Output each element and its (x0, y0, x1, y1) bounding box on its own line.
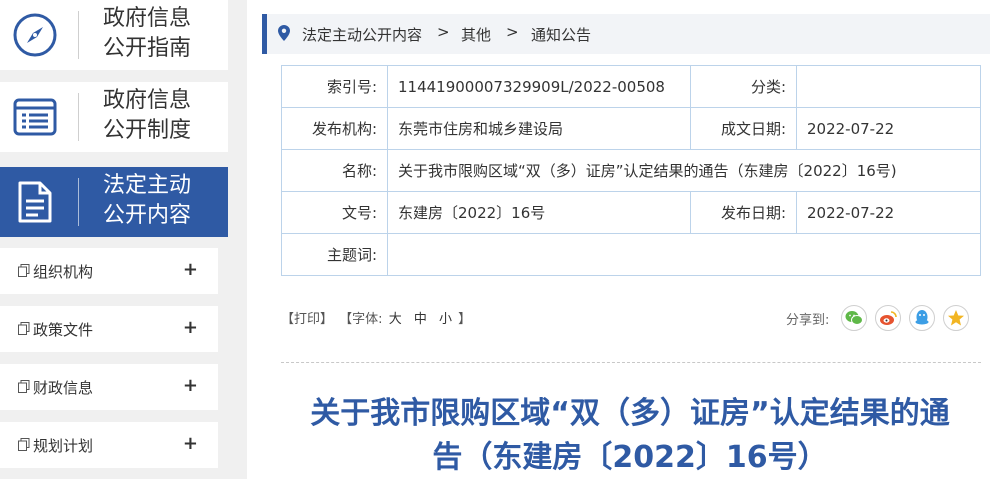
font-size-large-button[interactable]: 大 (389, 312, 402, 327)
article-title: 关于我市限购区域“双（多）证房”认定结果的通 告（东建房〔2022〕16号） (270, 392, 990, 479)
doc-icon (18, 438, 30, 451)
separator (78, 11, 79, 59)
subject-label: 主题词: (281, 233, 388, 276)
doc-number-label: 文号: (281, 191, 388, 234)
wechat-icon[interactable] (841, 305, 868, 331)
document-metadata-table: 索引号: 11441900007329909L/2022-00508 分类: 发… (281, 65, 981, 276)
font-size-medium-button[interactable]: 中 (414, 312, 427, 327)
sidebar-subitem-finance[interactable]: 财政信息 + (0, 364, 218, 410)
sidebar-subitem-label: 政策文件 (33, 321, 94, 339)
font-size-prefix: 【字体: (339, 312, 383, 327)
sidebar-item-label: 政府信息 公开制度 (103, 88, 192, 143)
expand-icon[interactable]: + (183, 375, 198, 396)
share-label: 分享到: (786, 312, 830, 328)
sidebar-subitem-organization[interactable]: 组织机构 + (0, 248, 218, 294)
doc-icon (18, 264, 30, 277)
font-size-suffix: 】 (458, 312, 472, 327)
created-date-value: 2022-07-22 (796, 107, 981, 150)
expand-icon[interactable]: + (183, 317, 198, 338)
separator (78, 93, 79, 141)
expand-icon[interactable]: + (183, 433, 198, 454)
created-date-label: 成文日期: (690, 107, 797, 150)
print-button[interactable]: 【打印】 (281, 312, 333, 327)
breadcrumb-separator: > (437, 23, 450, 41)
list-document-icon (12, 94, 58, 140)
doc-icon (18, 322, 30, 335)
sidebar-subitem-label: 组织机构 (33, 263, 94, 281)
name-value: 关于我市限购区域“双（多）证房”认定结果的通告（东建房〔2022〕16号) (387, 149, 981, 192)
divider (281, 362, 981, 363)
category-label: 分类: (690, 65, 797, 108)
sidebar-subitem-planning[interactable]: 规划计划 + (0, 422, 218, 468)
table-row: 索引号: 11441900007329909L/2022-00508 分类: (281, 65, 981, 108)
article-title-line: 关于我市限购区域“双（多）证房”认定结果的通 (310, 396, 950, 431)
sidebar-item-system[interactable]: 政府信息 公开制度 (0, 82, 228, 152)
sidebar-item-label: 政府信息 公开指南 (103, 6, 192, 61)
subject-value (387, 233, 981, 276)
category-value (796, 65, 981, 108)
share-bar: 分享到: (786, 303, 977, 333)
doc-number-value: 东建房〔2022〕16号 (387, 191, 691, 234)
document-icon (12, 179, 58, 225)
publish-date-value: 2022-07-22 (796, 191, 981, 234)
article-title-line: 告（东建房〔2022〕16号） (432, 440, 828, 475)
publisher-value: 东莞市住房和城乡建设局 (387, 107, 691, 150)
breadcrumb-item-notices[interactable]: 通知公告 (531, 24, 591, 45)
breadcrumb-item-mandatory-disclosure[interactable]: 法定主动公开内容 (302, 24, 422, 45)
index-label: 索引号: (281, 65, 388, 108)
sidebar-item-guide[interactable]: 政府信息 公开指南 (0, 0, 228, 70)
location-pin-icon (278, 25, 290, 41)
sidebar: 政府信息 公开指南 政府信息 公开制度 法定主动 公开内容 组织机构 + 政策文… (0, 0, 247, 479)
sidebar-subitem-label: 财政信息 (33, 379, 94, 397)
sidebar-item-mandatory-disclosure[interactable]: 法定主动 公开内容 (0, 167, 228, 237)
publish-date-label: 发布日期: (690, 191, 797, 234)
font-size-small-button[interactable]: 小 (439, 312, 452, 327)
table-row: 发布机构: 东莞市住房和城乡建设局 成文日期: 2022-07-22 (281, 107, 981, 150)
qzone-icon[interactable] (943, 305, 970, 331)
table-row: 主题词: (281, 233, 981, 276)
breadcrumb-separator: > (506, 23, 519, 41)
expand-icon[interactable]: + (183, 259, 198, 280)
name-label: 名称: (281, 149, 388, 192)
breadcrumb: 法定主动公开内容 > 其他 > 通知公告 (262, 14, 990, 54)
separator (78, 178, 79, 226)
table-row: 名称: 关于我市限购区域“双（多）证房”认定结果的通告（东建房〔2022〕16号… (281, 149, 981, 192)
breadcrumb-item-other[interactable]: 其他 (461, 24, 491, 45)
article-toolbar: 【打印】 【字体: 大 中 小 】 (281, 308, 473, 327)
sidebar-subitem-policy[interactable]: 政策文件 + (0, 306, 218, 352)
publisher-label: 发布机构: (281, 107, 388, 150)
weibo-icon[interactable] (875, 305, 902, 331)
sidebar-item-label: 法定主动 公开内容 (103, 173, 192, 228)
index-value: 11441900007329909L/2022-00508 (387, 65, 691, 108)
qq-icon[interactable] (909, 305, 936, 331)
table-row: 文号: 东建房〔2022〕16号 发布日期: 2022-07-22 (281, 191, 981, 234)
sidebar-subitem-label: 规划计划 (33, 437, 94, 455)
doc-icon (18, 380, 30, 393)
compass-icon (12, 12, 58, 58)
